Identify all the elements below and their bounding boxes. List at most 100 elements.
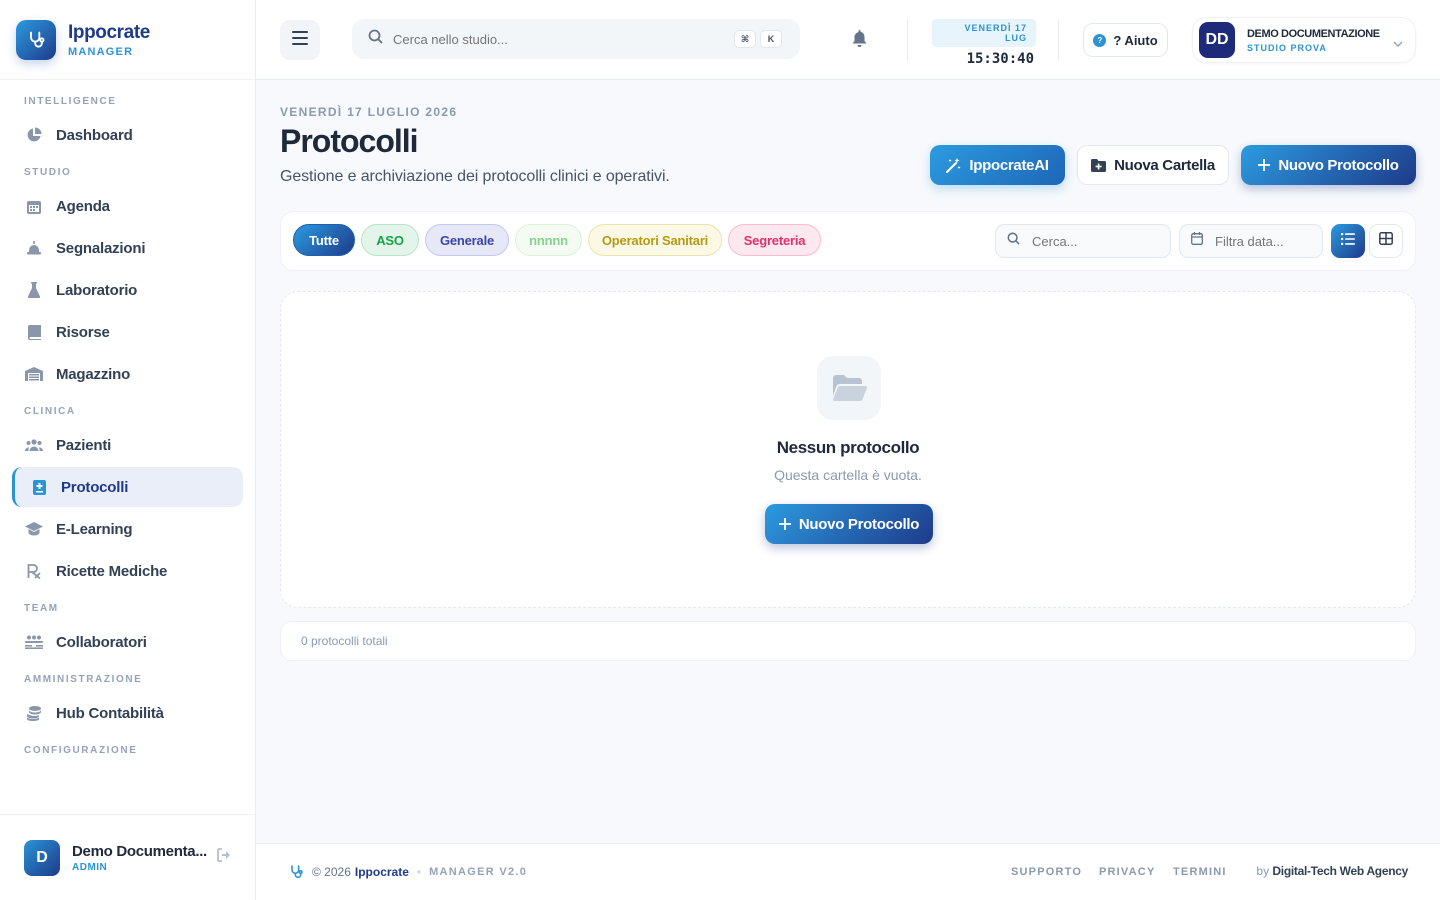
alert-bell-icon [24, 238, 44, 258]
help-circle-icon: ? [1093, 33, 1107, 47]
search-icon [1007, 232, 1020, 250]
nav-section-title: AMMINISTRAZIONE [24, 674, 143, 685]
agency-name: Digital-Tech Web Agency [1272, 864, 1408, 878]
global-search[interactable]: ⌘ K [352, 19, 800, 59]
footer-link-termini[interactable]: TERMINI [1173, 866, 1227, 878]
avatar: D [24, 839, 60, 876]
plus-icon [1258, 159, 1271, 171]
sidebar-item-protocolli[interactable]: Protocolli [12, 467, 243, 507]
profile-name: DEMO DOCUMENTAZIONE [1247, 27, 1380, 40]
top-bar: ⌘ K VENERDÌ 17 LUG 15:30:40 ? ? Aiuto DD… [256, 0, 1440, 80]
flask-icon [24, 280, 44, 300]
team-icon [24, 632, 44, 652]
coins-icon [24, 703, 44, 723]
divider [1058, 20, 1059, 60]
filter-chip-segreteria[interactable]: Segreteria [728, 224, 821, 256]
folder-plus-icon [1091, 158, 1107, 172]
sidebar-item-label: Protocolli [61, 478, 129, 496]
sidebar-item-ricette-mediche[interactable]: Ricette Mediche [12, 551, 243, 591]
graduation-cap-icon [24, 519, 44, 539]
sidebar-item-label: Agenda [56, 197, 110, 215]
filter-chip-aso[interactable]: ASO [361, 224, 419, 256]
ippocrate-ai-button[interactable]: IppocrateAI [930, 145, 1065, 185]
folder-open-icon [817, 356, 881, 420]
global-search-input[interactable] [393, 31, 713, 47]
filter-chip-operatori-sanitari[interactable]: Operatori Sanitari [588, 224, 722, 256]
sidebar-item-risorse[interactable]: Risorse [12, 312, 243, 352]
page-date: VENERDÌ 17 LUGLIO 2026 [280, 105, 458, 119]
stethoscope-logo-icon [16, 19, 56, 60]
sidebar-item-label: Dashboard [56, 126, 133, 144]
filter-chip-nnnnn[interactable]: nnnnn [515, 224, 582, 256]
list-icon [1341, 232, 1355, 250]
help-button[interactable]: ? ? Aiuto [1083, 23, 1168, 57]
sidebar-item-magazzino[interactable]: Magazzino [12, 354, 243, 394]
calendar-icon [24, 196, 44, 216]
book-icon [24, 322, 44, 342]
profile-avatar: DD [1199, 22, 1235, 58]
new-protocol-button[interactable]: Nuovo Protocollo [1241, 145, 1416, 185]
separator-dot: • [416, 865, 422, 879]
stethoscope-icon [288, 864, 304, 880]
list-view-button[interactable] [1331, 224, 1365, 258]
logout-icon[interactable] [217, 848, 233, 867]
profile-menu[interactable]: DD DEMO DOCUMENTAZIONE STUDIO PROVA [1192, 17, 1416, 63]
sidebar-item-label: Pazienti [56, 436, 112, 454]
new-folder-label: Nuova Cartella [1114, 156, 1215, 174]
date-filter-input[interactable] [1215, 233, 1335, 249]
sidebar-item-pazienti[interactable]: Pazienti [12, 425, 243, 465]
date-filter[interactable] [1179, 224, 1335, 258]
empty-new-protocol-button[interactable]: Nuovo Protocollo [765, 504, 933, 544]
shortcut-key-cmd: ⌘ [734, 30, 756, 48]
help-label: ? Aiuto [1113, 32, 1158, 48]
sidebar-item-label: E-Learning [56, 520, 133, 538]
nav-section-title: INTELLIGENCE [24, 96, 117, 107]
plus-icon [778, 518, 791, 530]
menu-toggle-button[interactable] [280, 20, 320, 60]
sidebar-item-dashboard[interactable]: Dashboard [12, 115, 243, 155]
shortcut-key-k: K [760, 30, 782, 48]
protocol-search-input[interactable] [1032, 233, 1152, 249]
empty-new-protocol-label: Nuovo Protocollo [798, 515, 920, 533]
sidebar-item-laboratorio[interactable]: Laboratorio [12, 270, 243, 310]
sidebar-item-segnalazioni[interactable]: Segnalazioni [12, 228, 243, 268]
new-protocol-label: Nuovo Protocollo [1278, 156, 1399, 174]
magic-wand-icon [946, 157, 961, 173]
agency-credit[interactable]: by Digital-Tech Web Agency [1256, 864, 1408, 878]
warehouse-icon [24, 364, 44, 384]
filter-chip-tutte[interactable]: Tutte [293, 224, 355, 256]
user-name: Demo Documenta... [72, 842, 207, 860]
sidebar-nav: INTELLIGENCE Dashboard STUDIO Agenda Seg… [0, 80, 255, 756]
grid-view-button[interactable] [1369, 224, 1403, 258]
footer-link-privacy[interactable]: PRIVACY [1099, 866, 1155, 878]
sidebar-user-card[interactable]: D Demo Documenta... ADMIN [0, 814, 255, 900]
notifications-bell-icon[interactable] [852, 30, 867, 52]
filter-bar: Tutte ASO Generale nnnnn Operatori Sanit… [280, 211, 1416, 271]
prescription-icon [24, 561, 44, 581]
search-icon [368, 29, 383, 49]
users-icon [24, 435, 44, 455]
calendar-icon [1191, 232, 1203, 250]
grid-icon [1379, 232, 1393, 250]
sidebar-item-hub-contabilita[interactable]: Hub Contabilità [12, 693, 243, 733]
app-version: MANAGER V2.0 [429, 866, 528, 878]
brand-header[interactable]: Ippocrate MANAGER [0, 0, 255, 80]
nav-section-title: STUDIO [24, 167, 72, 178]
sidebar-item-collaboratori[interactable]: Collaboratori [12, 622, 243, 662]
by-label: by [1256, 864, 1270, 878]
sidebar-item-agenda[interactable]: Agenda [12, 186, 243, 226]
medical-file-icon [29, 477, 49, 497]
pie-chart-icon [24, 125, 44, 145]
empty-state-subtitle: Questa cartella è vuota. [774, 467, 922, 483]
protocol-search[interactable] [995, 224, 1171, 258]
empty-state: Nessun protocollo Questa cartella è vuot… [280, 291, 1416, 608]
sidebar-item-label: Collaboratori [56, 633, 147, 651]
empty-state-title: Nessun protocollo [776, 438, 920, 457]
filter-chip-generale[interactable]: Generale [425, 224, 509, 256]
footer-link-supporto[interactable]: SUPPORTO [1011, 866, 1082, 878]
nav-section-title: TEAM [24, 603, 59, 614]
sidebar-item-label: Segnalazioni [56, 239, 146, 257]
sidebar-item-e-learning[interactable]: E-Learning [12, 509, 243, 549]
sidebar-item-label: Ricette Mediche [56, 562, 168, 580]
new-folder-button[interactable]: Nuova Cartella [1077, 145, 1229, 185]
